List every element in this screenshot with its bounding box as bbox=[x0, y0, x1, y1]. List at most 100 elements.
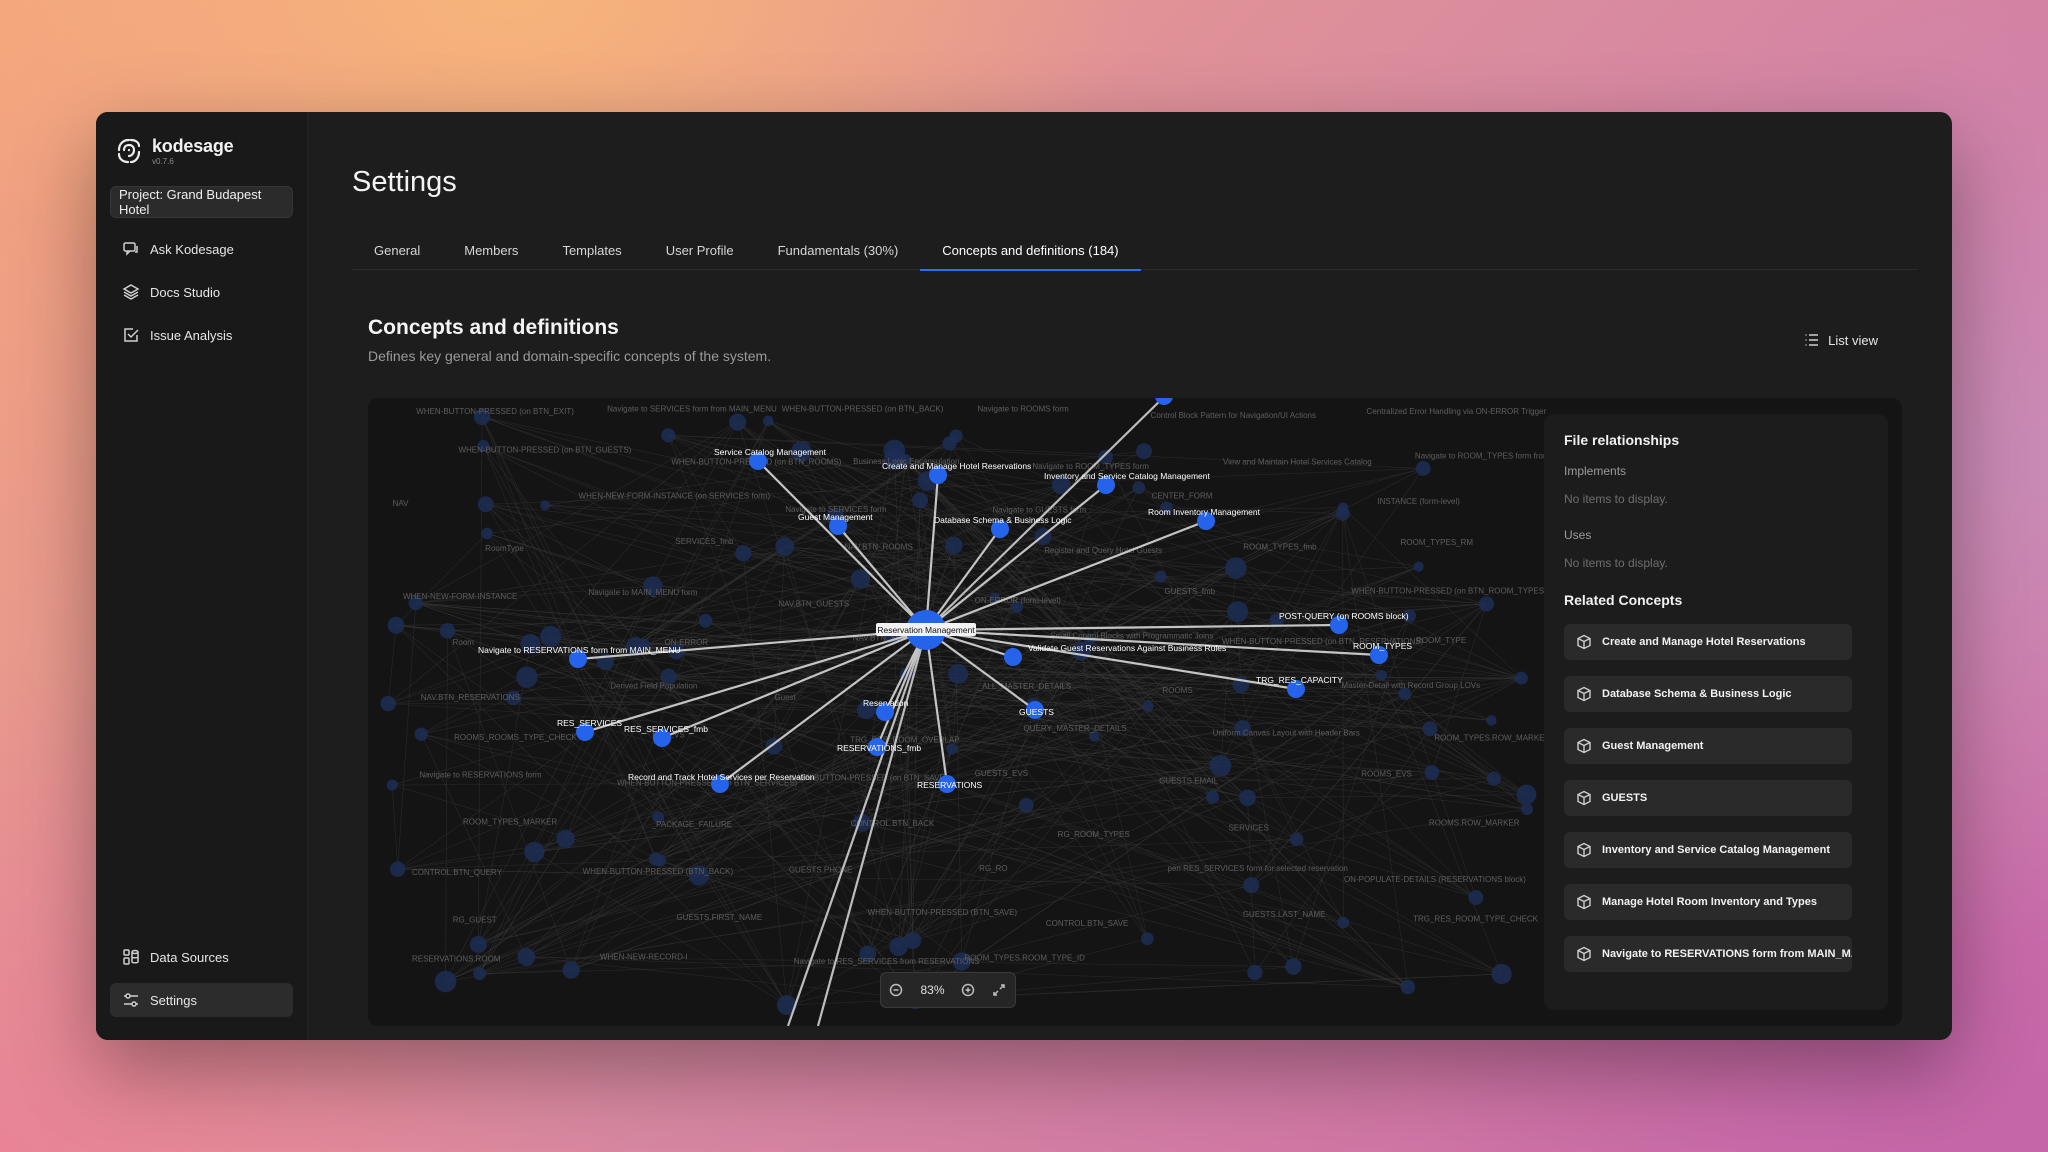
graph-node[interactable] bbox=[1521, 803, 1533, 816]
graph-node[interactable] bbox=[562, 961, 580, 979]
graph-node[interactable] bbox=[1142, 700, 1154, 712]
graph-node[interactable] bbox=[648, 852, 663, 866]
graph-node[interactable] bbox=[1239, 789, 1256, 807]
graph-node[interactable] bbox=[380, 695, 396, 712]
graph-node[interactable] bbox=[556, 829, 575, 849]
graph-node[interactable] bbox=[434, 970, 457, 993]
graph-node[interactable] bbox=[729, 413, 747, 431]
list-view-button[interactable]: List view bbox=[1804, 332, 1878, 348]
graph-node[interactable] bbox=[1491, 963, 1512, 985]
graph-node[interactable] bbox=[775, 537, 795, 556]
graph-node[interactable] bbox=[942, 436, 957, 451]
graph-node[interactable] bbox=[1486, 715, 1497, 726]
graph-node-label: WHEN-BUTTON-PRESSED (on BTN_EXIT) bbox=[416, 407, 574, 416]
tab-general[interactable]: General bbox=[352, 230, 442, 270]
related-concepts-list: Create and Manage Hotel Reservations Data… bbox=[1564, 624, 1868, 972]
graph-node[interactable] bbox=[1486, 771, 1501, 786]
sidebar-item-ask-kodesage[interactable]: Ask Kodesage bbox=[110, 232, 293, 266]
graph-node[interactable] bbox=[762, 415, 774, 427]
graph-node[interactable] bbox=[1290, 832, 1304, 846]
related-concept-item[interactable]: GUESTS bbox=[1564, 780, 1852, 816]
graph-node-label: Guest bbox=[774, 693, 796, 702]
graph-node[interactable] bbox=[1247, 964, 1263, 981]
graph-node[interactable] bbox=[1018, 797, 1034, 813]
graph-node[interactable] bbox=[1209, 755, 1232, 777]
graph-node[interactable] bbox=[1468, 890, 1484, 906]
graph-node[interactable] bbox=[1136, 443, 1153, 460]
brand[interactable]: kodesage v0.7.6 bbox=[114, 136, 293, 166]
sidebar-item-settings[interactable]: Settings bbox=[110, 983, 293, 1017]
graph-node[interactable] bbox=[1413, 561, 1424, 572]
related-concept-item[interactable]: Database Schema & Business Logic bbox=[1564, 676, 1852, 712]
graph-node[interactable] bbox=[516, 666, 538, 688]
graph-node[interactable] bbox=[1516, 784, 1537, 805]
related-concept-item[interactable]: Guest Management bbox=[1564, 728, 1852, 764]
graph-node[interactable] bbox=[1375, 669, 1388, 681]
graph-node-label: GUESTS_EVS bbox=[975, 769, 1028, 778]
graph-node[interactable] bbox=[698, 613, 713, 628]
graph-node[interactable] bbox=[386, 779, 398, 791]
graph-node[interactable] bbox=[735, 545, 752, 562]
graph-node[interactable] bbox=[889, 937, 908, 957]
tab-concepts-and-definitions[interactable]: Concepts and definitions (184) bbox=[920, 230, 1141, 271]
graph-node[interactable] bbox=[1424, 765, 1440, 780]
graph-node[interactable] bbox=[469, 935, 487, 954]
graph-node[interactable] bbox=[1140, 932, 1154, 946]
graph-node[interactable] bbox=[1478, 596, 1495, 612]
list-icon bbox=[1805, 334, 1819, 346]
graph-node[interactable] bbox=[1400, 979, 1416, 995]
graph-node-label: SERVICES bbox=[1228, 824, 1268, 833]
graph-node[interactable] bbox=[387, 616, 405, 634]
graph-node[interactable] bbox=[1225, 557, 1247, 579]
graph-node[interactable] bbox=[1227, 601, 1249, 623]
graph-node[interactable] bbox=[439, 623, 456, 639]
graph-node[interactable] bbox=[1285, 958, 1302, 975]
fit-view-icon[interactable] bbox=[992, 983, 1006, 997]
tab-templates[interactable]: Templates bbox=[540, 230, 643, 270]
graph-node[interactable] bbox=[948, 663, 969, 684]
graph-node-label: Derived Field Population bbox=[610, 682, 697, 691]
graph-node[interactable] bbox=[912, 492, 929, 509]
sidebar-item-data-sources[interactable]: Data Sources bbox=[110, 940, 293, 974]
tab-members[interactable]: Members bbox=[442, 230, 540, 270]
graph-node[interactable] bbox=[1243, 877, 1260, 894]
concept-graph[interactable]: WHEN-BUTTON-PRESSED (on BTN_EXIT) Navigat… bbox=[368, 398, 1902, 1026]
graph-node[interactable] bbox=[1415, 461, 1431, 476]
graph-node[interactable] bbox=[540, 500, 551, 511]
graph-node[interactable] bbox=[540, 625, 562, 647]
related-concept-item[interactable]: Navigate to RESERVATIONS form from MAIN_… bbox=[1564, 936, 1852, 972]
graph-node[interactable] bbox=[481, 527, 493, 540]
tab-fundamentals[interactable]: Fundamentals (30%) bbox=[756, 230, 921, 270]
graph-node[interactable] bbox=[1515, 671, 1528, 685]
graph-node[interactable] bbox=[517, 947, 536, 966]
sidebar-item-docs-studio[interactable]: Docs Studio bbox=[110, 275, 293, 309]
tab-user-profile[interactable]: User Profile bbox=[644, 230, 756, 270]
cube-icon bbox=[1577, 894, 1591, 910]
project-selector[interactable]: Project: Grand Budapest Hotel bbox=[110, 186, 293, 218]
zoom-out-icon[interactable] bbox=[889, 983, 903, 997]
graph-node[interactable] bbox=[1154, 570, 1167, 583]
zoom-in-icon[interactable] bbox=[961, 983, 975, 997]
graph-node[interactable] bbox=[661, 428, 676, 443]
graph-node[interactable] bbox=[390, 861, 406, 877]
panel-title: File relationships bbox=[1564, 432, 1680, 448]
graph-node[interactable] bbox=[1335, 506, 1350, 521]
graph-node[interactable] bbox=[1337, 916, 1350, 929]
graph-node[interactable] bbox=[473, 967, 487, 981]
graph-node[interactable] bbox=[1004, 648, 1022, 666]
graph-node[interactable] bbox=[414, 727, 428, 741]
graph-node[interactable] bbox=[945, 536, 963, 555]
related-concept-item[interactable]: Create and Manage Hotel Reservations bbox=[1564, 624, 1852, 660]
graph-node[interactable] bbox=[477, 496, 494, 513]
graph-node[interactable] bbox=[1132, 481, 1146, 494]
related-concept-item[interactable]: Inventory and Service Catalog Management bbox=[1564, 832, 1852, 868]
related-concept-label: Manage Hotel Room Inventory and Types bbox=[1602, 896, 1817, 908]
graph-node[interactable] bbox=[946, 743, 958, 755]
related-concept-item[interactable]: Manage Hotel Room Inventory and Types bbox=[1564, 884, 1852, 920]
graph-node[interactable] bbox=[524, 841, 545, 863]
graph-edge bbox=[1240, 684, 1528, 810]
graph-node-label: pen RES_SERVICES form for selected reser… bbox=[1168, 864, 1348, 873]
sidebar-item-issue-analysis[interactable]: Issue Analysis bbox=[110, 318, 293, 352]
graph-node[interactable] bbox=[1205, 790, 1220, 804]
sidebar-item-label: Data Sources bbox=[150, 949, 229, 965]
